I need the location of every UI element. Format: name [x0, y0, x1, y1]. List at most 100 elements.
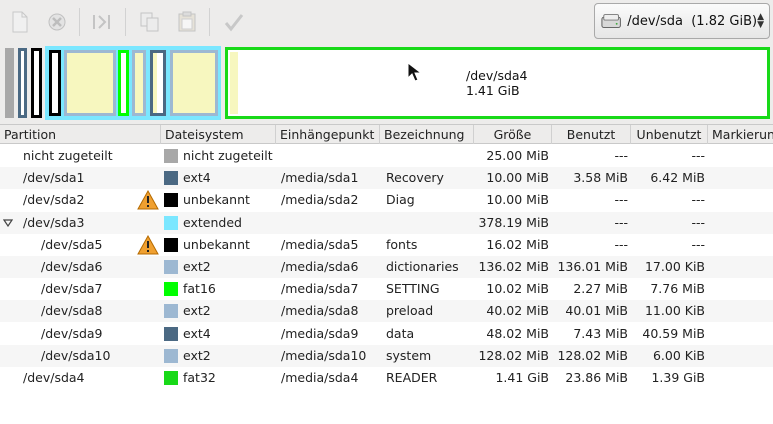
graph-sda2[interactable]	[31, 48, 42, 118]
col-size[interactable]: Größe	[474, 125, 552, 144]
size: 10.00 MiB	[486, 170, 549, 186]
unused: 6.42 MiB	[650, 170, 705, 186]
col-label[interactable]: Bezeichnung	[380, 125, 474, 144]
partition-name: nicht zugeteilt	[23, 148, 113, 163]
graph-sda1[interactable]	[18, 48, 27, 118]
harddisk-icon	[601, 14, 621, 28]
table-header: Partition Dateisystem Einhängepunkt Beze…	[0, 124, 773, 144]
col-used[interactable]: Benutzt	[552, 125, 631, 144]
used: ---	[614, 192, 628, 208]
used: 2.27 MiB	[573, 281, 628, 297]
size: 378.19 MiB	[478, 214, 549, 230]
graph-sda8[interactable]	[132, 50, 146, 116]
filesystem-color-swatch	[164, 371, 178, 385]
mountpoint: /media/sda4	[281, 370, 359, 385]
toolbar-separator	[209, 8, 210, 36]
expander-icon[interactable]	[3, 218, 13, 227]
mountpoint: /media/sda8	[281, 303, 359, 319]
partition-name: /dev/sda10	[41, 347, 111, 363]
table-row[interactable]: /dev/sda4 fat32/media/sda4 READER 1.41 GiB 2…	[0, 367, 773, 389]
device-selector[interactable]: /dev/sda (1.82 GiB) ▲ ▼	[594, 3, 770, 39]
graph-sda6[interactable]	[64, 50, 116, 116]
filesystem-color-swatch	[164, 326, 178, 341]
table-row[interactable]: /dev/sda7 fat16/media/sda7 SETTING 10.02 Mi…	[0, 278, 773, 300]
table-row[interactable]: /dev/sda5 unbekannt/media/sda5 fonts 16.02 …	[0, 234, 773, 256]
filesystem: ext2	[183, 259, 211, 274]
filesystem: ext4	[183, 170, 211, 186]
table-row[interactable]: /dev/sda1 ext4/media/sda1 Recovery 10.00 Mi…	[0, 167, 773, 190]
table-row[interactable]: /dev/sda8 ext2/media/sda8 preload 40.02 MiB…	[0, 300, 773, 323]
table-row[interactable]: /dev/sda6 ext2/media/sda6 dictionaries 136.…	[0, 256, 773, 278]
filesystem-color-swatch	[164, 348, 178, 363]
table-row[interactable]: /dev/sda3 extended 378.19 MiB --- ---	[0, 211, 773, 234]
size: 136.02 MiB	[478, 259, 549, 274]
unused: 17.00 KiB	[644, 259, 705, 274]
col-filesystem[interactable]: Dateisystem	[161, 125, 276, 144]
col-partition[interactable]: Partition	[0, 125, 161, 144]
graph-sda10[interactable]	[170, 50, 218, 116]
used: 23.86 MiB	[565, 370, 628, 385]
partition-label: Recovery	[386, 170, 444, 186]
table-row[interactable]: /dev/sda9 ext4/media/sda9 data 48.02 MiB 7.4…	[0, 323, 773, 345]
used: ---	[614, 236, 628, 252]
partition-label: data	[386, 325, 415, 341]
mountpoint: /media/sda2	[281, 192, 359, 208]
copy-icon[interactable]	[136, 8, 164, 36]
filesystem-color-swatch	[164, 237, 178, 252]
col-flags[interactable]: Markierungen	[708, 125, 773, 144]
apply-icon[interactable]	[220, 8, 248, 36]
partition-graph	[0, 44, 773, 122]
mountpoint: /media/sda5	[281, 236, 359, 252]
table-row[interactable]: /dev/sda2 unbekannt/media/sda2 Diag 10.00 M…	[0, 189, 773, 211]
delete-icon[interactable]	[43, 8, 71, 36]
size: 128.02 MiB	[478, 347, 549, 363]
used: 40.01 MiB	[565, 303, 628, 319]
graph-sda5[interactable]	[49, 50, 61, 116]
table-row[interactable]: nicht zugeteilt nicht zugeteilt 25.00 MiB -…	[0, 145, 773, 167]
partition-name: /dev/sda3	[23, 214, 85, 230]
toolbar: /dev/sda (1.82 GiB) ▲ ▼	[0, 0, 773, 44]
filesystem-color-swatch	[164, 215, 178, 230]
filesystem: extended	[183, 214, 242, 230]
filesystem: nicht zugeteilt	[183, 148, 273, 163]
partition-name: /dev/sda8	[41, 303, 103, 319]
unused: 7.76 MiB	[650, 281, 705, 297]
graph-sda7[interactable]	[118, 50, 129, 116]
mountpoint: /media/sda6	[281, 259, 359, 274]
mouse-cursor-icon	[407, 61, 423, 85]
graph-selected-name: /dev/sda4	[466, 68, 528, 83]
partition-name: /dev/sda6	[41, 259, 103, 274]
filesystem: fat16	[183, 281, 216, 297]
size: 10.02 MiB	[486, 281, 549, 297]
graph-sda9-used	[153, 53, 157, 113]
size: 10.00 MiB	[486, 192, 549, 208]
partition-label: fonts	[386, 236, 418, 252]
warning-icon	[137, 234, 159, 255]
resize-move-icon[interactable]	[88, 8, 116, 36]
col-unused[interactable]: Unbenutzt	[631, 125, 708, 144]
unused: ---	[691, 236, 705, 252]
used: 128.02 MiB	[557, 347, 628, 363]
partition-name: /dev/sda5	[41, 236, 103, 252]
paste-icon[interactable]	[173, 8, 201, 36]
toolbar-separator	[79, 8, 80, 36]
filesystem: unbekannt	[183, 192, 250, 208]
size: 1.41 GiB	[495, 370, 549, 385]
table-row[interactable]: /dev/sda10 ext2/media/sda10 system 128.02 M…	[0, 344, 773, 367]
partition-name: /dev/sda2	[23, 192, 85, 208]
used: ---	[614, 148, 628, 163]
col-mountpoint[interactable]: Einhängepunkt	[276, 125, 380, 144]
partition-label: system	[386, 347, 432, 363]
unused: 40.59 MiB	[642, 325, 705, 341]
partition-name: /dev/sda1	[23, 170, 85, 186]
mountpoint: /media/sda7	[281, 281, 359, 297]
used: 7.43 MiB	[573, 325, 628, 341]
used: ---	[614, 214, 628, 230]
new-icon[interactable]	[6, 8, 34, 36]
filesystem-color-swatch	[164, 149, 178, 163]
graph-selected-label: /dev/sda4 1.41 GiB	[466, 68, 528, 98]
graph-unallocated[interactable]	[5, 48, 14, 118]
partition-name: /dev/sda9	[41, 325, 103, 341]
mountpoint: /media/sda1	[281, 170, 359, 186]
size: 40.02 MiB	[486, 303, 549, 319]
